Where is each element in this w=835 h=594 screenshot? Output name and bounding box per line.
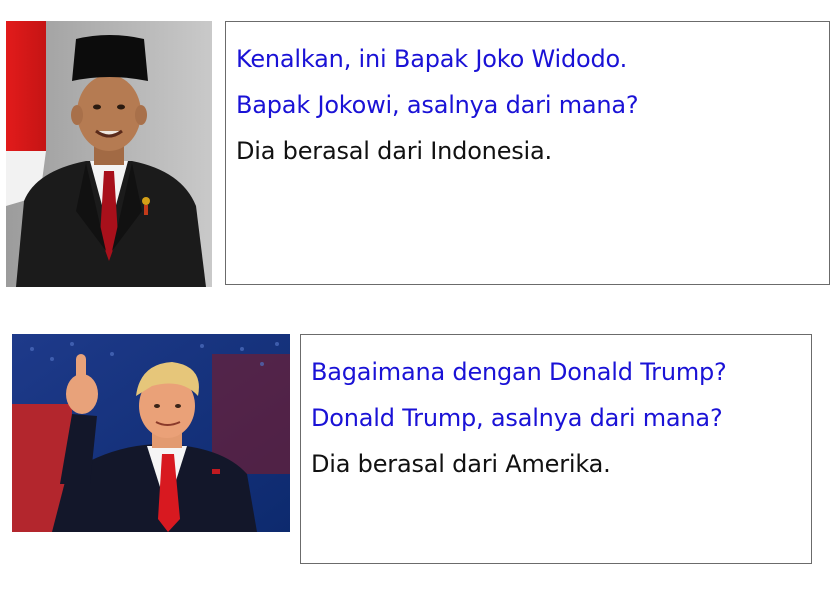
answer-line: Dia berasal dari Indonesia.	[236, 137, 552, 165]
dialogue-card-2: Bagaimana dengan Donald Trump? Donald Tr…	[300, 334, 812, 564]
dialogue-card-1: Kenalkan, ini Bapak Joko Widodo. Bapak J…	[225, 21, 830, 285]
question-line-1: Bagaimana dengan Donald Trump?	[311, 358, 727, 386]
answer-line: Dia berasal dari Amerika.	[311, 450, 611, 478]
question-line-2: Donald Trump, asalnya dari mana?	[311, 404, 723, 432]
jokowi-photo	[6, 21, 212, 287]
trump-photo	[12, 334, 290, 532]
question-line-1: Kenalkan, ini Bapak Joko Widodo.	[236, 45, 627, 73]
question-line-2: Bapak Jokowi, asalnya dari mana?	[236, 91, 639, 119]
